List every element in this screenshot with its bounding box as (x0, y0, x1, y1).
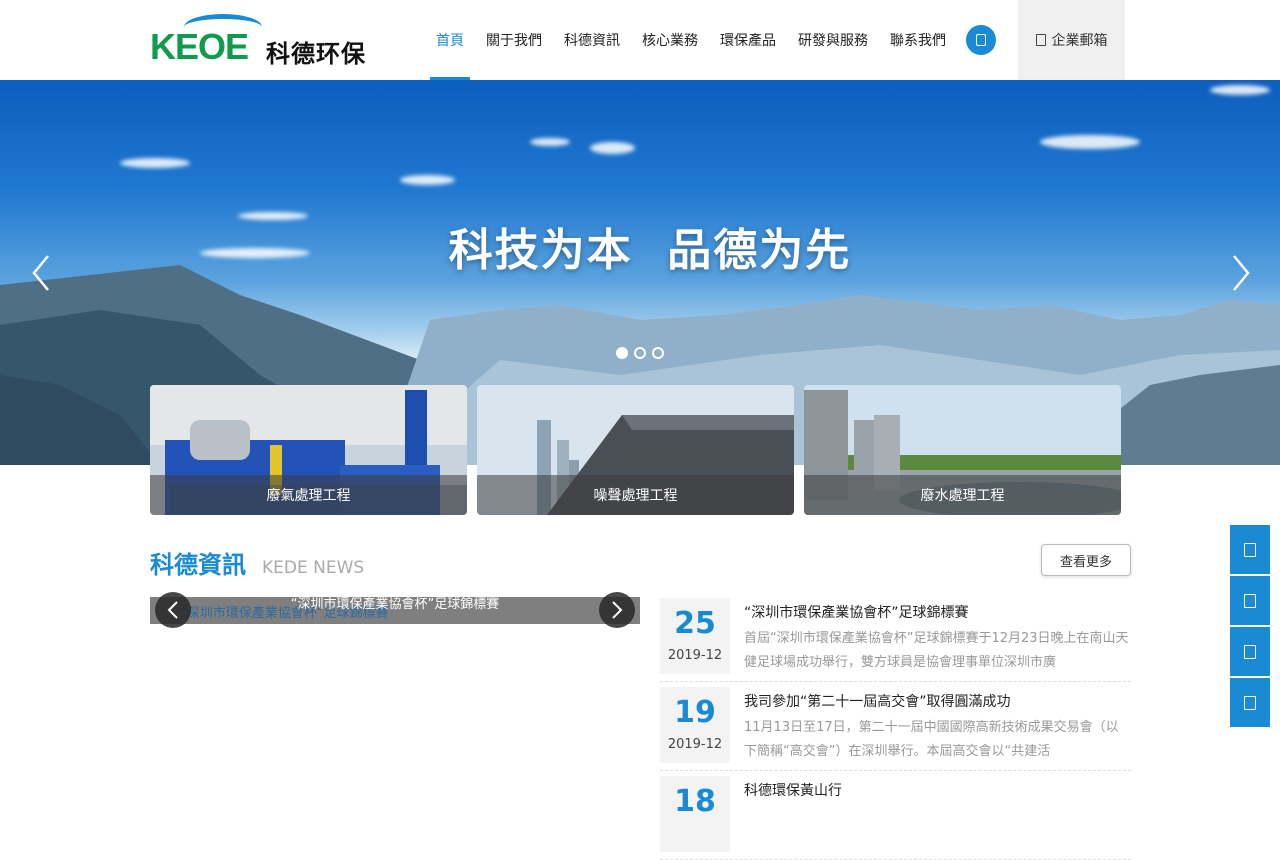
banner-next-button[interactable] (1220, 248, 1260, 298)
phone-icon (1244, 542, 1256, 557)
news-desc (744, 805, 1131, 853)
banner-pagination (616, 347, 664, 359)
cloud (120, 158, 190, 168)
slider-caption[interactable]: “深圳市環保產業協會杯”足球錦標賽 (150, 597, 640, 613)
main-nav: 首頁 關于我們 科德資訊 核心業務 環保產品 研發與服務 聯系我們 (428, 0, 960, 80)
service-card-label: 廢水處理工程 (804, 475, 1121, 515)
news-day: 25 (674, 606, 716, 641)
news-title[interactable]: “深圳市環保產業協會杯”足球錦標賽 (744, 602, 969, 622)
float-chat-button[interactable] (1230, 576, 1270, 625)
service-card-label: 噪聲處理工程 (477, 475, 794, 515)
news-date: 18 (660, 776, 730, 852)
banner-dot[interactable] (616, 347, 628, 359)
news-date: 25 2019-12 (660, 598, 730, 674)
banner-slogan: 科技为本 品德为先 (448, 225, 852, 276)
nav-item-about[interactable]: 關于我們 (478, 0, 550, 80)
news-title[interactable]: 科德環保黃山行 (744, 780, 842, 800)
float-toolbar (1230, 525, 1270, 729)
nav-item-news[interactable]: 科德資訊 (556, 0, 628, 80)
mail-label: 企業郵箱 (1051, 33, 1108, 49)
wechat-icon (1244, 644, 1256, 659)
news-month: 2019-12 (667, 648, 723, 663)
news-desc: 11月13日至17日，第二十一屆中國國際高新技術成果交易會（以下簡稱“高交會”）… (744, 720, 1119, 759)
service-card-noise[interactable]: 噪聲處理工程 (477, 385, 794, 515)
cloud (400, 175, 455, 185)
logo-text: 科德环保 (266, 40, 366, 68)
news-date: 19 2019-12 (660, 687, 730, 763)
chevron-right-icon (612, 601, 623, 619)
news-item[interactable]: 19 2019-12 我司參加“第二十一屆高交會”取得圓滿成功 11月13日至1… (660, 682, 1131, 771)
chevron-right-icon (1233, 255, 1250, 291)
float-wechat-button[interactable] (1230, 627, 1270, 676)
service-card-exhaust[interactable]: 廢氣處理工程 (150, 385, 467, 515)
cloud (590, 142, 635, 154)
nav-item-contact[interactable]: 聯系我們 (882, 0, 954, 80)
cloud (1040, 135, 1140, 149)
banner-prev-button[interactable] (22, 248, 62, 298)
slider-prev-button[interactable] (155, 592, 191, 628)
nav-item-rnd[interactable]: 研發與服務 (790, 0, 876, 80)
logo[interactable]: KEOE 科德环保 (150, 14, 380, 68)
mail-icon (1035, 34, 1046, 46)
chevron-left-icon (32, 255, 49, 291)
mail-button[interactable]: 企業郵箱 (1018, 0, 1125, 80)
news-title-cn: 科德資訊 (150, 551, 246, 579)
top-icon (1244, 695, 1256, 710)
news-month: 2019-12 (667, 737, 723, 752)
service-card-label: 廢氣處理工程 (150, 475, 467, 515)
news-item[interactable]: 18 科德環保黃山行 (660, 771, 1131, 860)
news-list: 25 2019-12 “深圳市環保產業協會杯”足球錦標賽 首屆“深圳市環保產業協… (660, 593, 1131, 860)
news-day: 19 (674, 695, 716, 730)
slider-next-button[interactable] (599, 592, 635, 628)
chat-icon (1244, 593, 1256, 608)
news-image-slider: “深圳市環保產業協會杯”足球錦標賽 “深圳市環保產業協會杯”足球錦標賽 (150, 592, 640, 628)
news-item[interactable]: 25 2019-12 “深圳市環保產業協會杯”足球錦標賽 首屆“深圳市環保產業協… (660, 593, 1131, 682)
nav-item-business[interactable]: 核心業務 (634, 0, 706, 80)
float-phone-button[interactable] (1230, 525, 1270, 574)
banner-dot[interactable] (634, 347, 646, 359)
chevron-left-icon (167, 601, 178, 619)
search-button[interactable] (966, 25, 996, 55)
banner-dot[interactable] (652, 347, 664, 359)
news-desc: 首屆“深圳市環保產業協會杯”足球錦標賽于12月23日晚上在南山天健足球場成功舉行… (744, 631, 1129, 670)
news-day: 18 (674, 784, 716, 819)
news-section-title: 科德資訊 KEDE NEWS (150, 545, 364, 580)
news-title[interactable]: 我司參加“第二十一屆高交會”取得圓滿成功 (744, 691, 1011, 711)
nav-item-products[interactable]: 環保產品 (712, 0, 784, 80)
service-card-wastewater[interactable]: 廢水處理工程 (804, 385, 1121, 515)
logo-mark: KEOE (150, 26, 249, 67)
cloud (530, 138, 570, 146)
nav-item-home[interactable]: 首頁 (428, 0, 472, 80)
site-header: KEOE 科德环保 首頁 關于我們 科德資訊 核心業務 環保產品 研發與服務 聯… (0, 0, 1280, 80)
cloud (1210, 85, 1270, 95)
view-more-button[interactable]: 查看更多 (1041, 544, 1131, 576)
search-icon (976, 34, 986, 46)
news-title-en: KEDE NEWS (262, 558, 365, 578)
float-top-button[interactable] (1230, 678, 1270, 727)
